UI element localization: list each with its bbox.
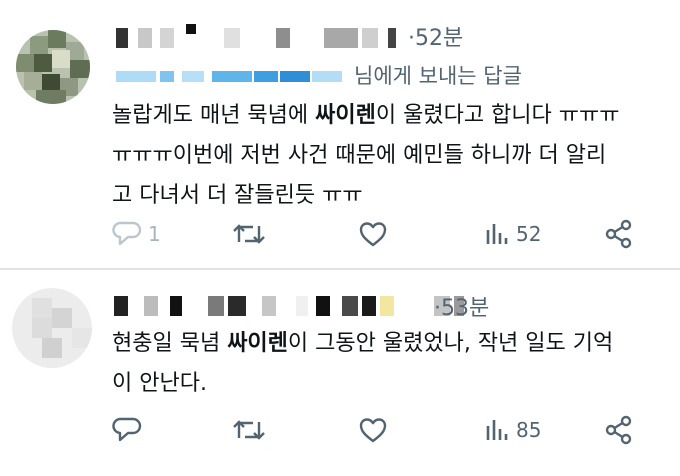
repost-arrows-icon <box>233 420 265 440</box>
tweet-text: 현충일 묵념 싸이렌이 그동안 울렸었나, 작년 일도 기억 이 안난다. <box>112 331 614 396</box>
timestamp[interactable]: ·52분 <box>408 20 463 52</box>
bold-keyword: 싸이렌 <box>227 331 288 356</box>
tweet-text: 놀랍게도 매년 묵념에 싸이렌이 울렸다고 합니다 ㅠㅠㅠ ㅠㅠㅠ이번에 저번 … <box>112 103 620 208</box>
like-button[interactable] <box>358 216 388 252</box>
bold-keyword: 싸이렌 <box>315 103 376 128</box>
avatar[interactable] <box>12 288 92 368</box>
avatar[interactable] <box>16 30 90 104</box>
action-bar: 85 <box>112 412 652 448</box>
speech-bubble-icon <box>112 417 142 442</box>
reply-tweet[interactable]: ·53분 현충일 묵념 싸이렌이 그동안 울렸었나, 작년 일도 기억 이 안난… <box>0 270 680 476</box>
view-count: 52 <box>516 222 542 246</box>
reply-username-censored[interactable] <box>116 71 156 82</box>
bar-chart-icon <box>486 420 508 440</box>
like-button[interactable] <box>358 412 388 448</box>
reply-button[interactable] <box>112 412 148 448</box>
repost-button[interactable] <box>232 216 266 252</box>
speech-bubble-icon <box>112 221 142 246</box>
views-button[interactable]: 85 <box>484 412 541 448</box>
replying-to-label: 님에게 보내는 답글 <box>354 64 522 88</box>
heart-icon <box>359 222 387 247</box>
heart-icon <box>359 418 387 443</box>
reply-count: 1 <box>148 222 161 246</box>
timestamp[interactable]: ·53분 <box>434 290 489 322</box>
bar-chart-icon <box>486 224 508 244</box>
reply-tweet[interactable]: ·52분 님에게 보내는 답글 놀랍게도 매년 묵념에 싸이렌이 울렸다고 합니… <box>0 0 680 268</box>
views-button[interactable]: 52 <box>484 216 541 252</box>
share-button[interactable] <box>604 216 634 252</box>
reply-button[interactable]: 1 <box>112 216 161 252</box>
share-icon <box>605 415 632 445</box>
repost-button[interactable] <box>232 412 266 448</box>
repost-arrows-icon <box>233 224 265 244</box>
action-bar: 1 52 <box>112 216 652 252</box>
share-button[interactable] <box>604 412 634 448</box>
view-count: 85 <box>516 418 542 442</box>
share-icon <box>605 219 632 249</box>
